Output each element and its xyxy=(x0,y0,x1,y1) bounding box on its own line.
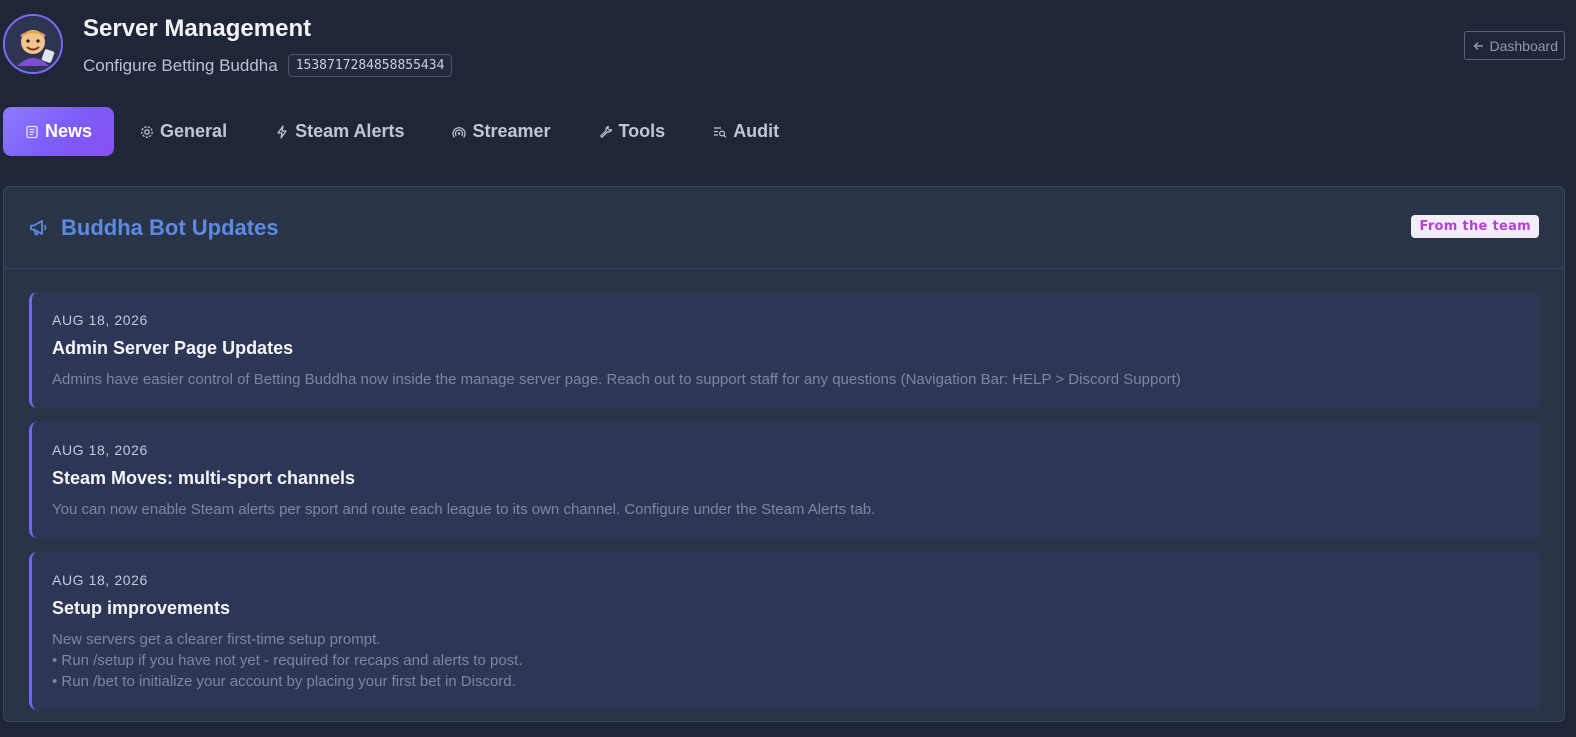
tab-bar: News General Steam Alerts Streamer Tools xyxy=(3,107,801,156)
news-date: AUG 18, 2026 xyxy=(52,312,148,328)
tab-streamer[interactable]: Streamer xyxy=(430,107,572,156)
news-panel-title: Buddha Bot Updates xyxy=(61,214,279,240)
list-search-icon xyxy=(714,126,727,138)
news-body-line: New servers get a clearer first-time set… xyxy=(52,631,381,648)
bolt-icon xyxy=(277,124,287,139)
news-date: AUG 18, 2026 xyxy=(52,442,148,458)
news-body: New servers get a clearer first-time set… xyxy=(52,629,1518,692)
page-title: Server Management xyxy=(83,15,312,42)
tab-audit-label: Audit xyxy=(733,121,780,141)
header: Server Management Configure Betting Budd… xyxy=(0,0,1576,100)
tab-streamer-label: Streamer xyxy=(472,121,551,141)
server-id-badge: 1538717284858855434 xyxy=(287,54,453,77)
news-list: AUG 18, 2026 Admin Server Page Updates A… xyxy=(29,292,1540,724)
news-body-line: Admins have easier control of Betting Bu… xyxy=(52,371,1181,388)
news-title: Setup improvements xyxy=(52,598,231,618)
subtitle-text: Configure Betting Buddha xyxy=(83,55,278,75)
tab-steam-alerts[interactable]: Steam Alerts xyxy=(253,107,426,156)
news-body: You can now enable Steam alerts per spor… xyxy=(52,499,1518,520)
news-title: Steam Moves: multi-sport channels xyxy=(52,468,356,488)
news-body-line: You can now enable Steam alerts per spor… xyxy=(52,501,876,518)
news-item: AUG 18, 2026 Setup improvements New serv… xyxy=(29,552,1540,710)
tab-tools-label: Tools xyxy=(618,121,666,141)
dashboard-button-label: Dashboard xyxy=(1489,37,1559,54)
tab-general-label: General xyxy=(160,121,228,141)
news-body-line: • Run /bet to initialize your account by… xyxy=(52,673,516,690)
from-team-badge: From the team xyxy=(1411,215,1539,238)
buddha-mascot-icon xyxy=(5,16,61,72)
news-item: AUG 18, 2026 Steam Moves: multi-sport ch… xyxy=(29,422,1540,538)
news-body: Admins have easier control of Betting Bu… xyxy=(52,369,1518,390)
tab-general[interactable]: General xyxy=(118,107,249,156)
tab-news[interactable]: News xyxy=(3,107,115,156)
arrow-left-icon xyxy=(1473,41,1483,50)
dashboard-button[interactable]: Dashboard xyxy=(1463,31,1565,60)
tab-news-label: News xyxy=(45,121,93,141)
avatar xyxy=(3,14,63,74)
news-panel-header: Buddha Bot Updates From the team xyxy=(4,187,1564,269)
tab-audit[interactable]: Audit xyxy=(691,107,801,156)
news-body-line: • Run /setup if you have not yet - requi… xyxy=(52,652,523,669)
megaphone-icon xyxy=(30,219,47,235)
tab-tools[interactable]: Tools xyxy=(577,107,688,156)
wrench-icon xyxy=(599,125,612,138)
news-item: AUG 18, 2026 Admin Server Page Updates A… xyxy=(29,292,1540,408)
news-title: Admin Server Page Updates xyxy=(52,338,294,358)
page-subtitle: Configure Betting Buddha 153871728485885… xyxy=(83,54,453,77)
tab-steam-alerts-label: Steam Alerts xyxy=(295,121,405,141)
news-panel: Buddha Bot Updates From the team AUG 18,… xyxy=(3,186,1565,722)
broadcast-icon xyxy=(452,126,467,138)
gear-icon xyxy=(141,125,153,138)
news-date: AUG 18, 2026 xyxy=(52,572,148,588)
newspaper-icon xyxy=(26,125,38,138)
